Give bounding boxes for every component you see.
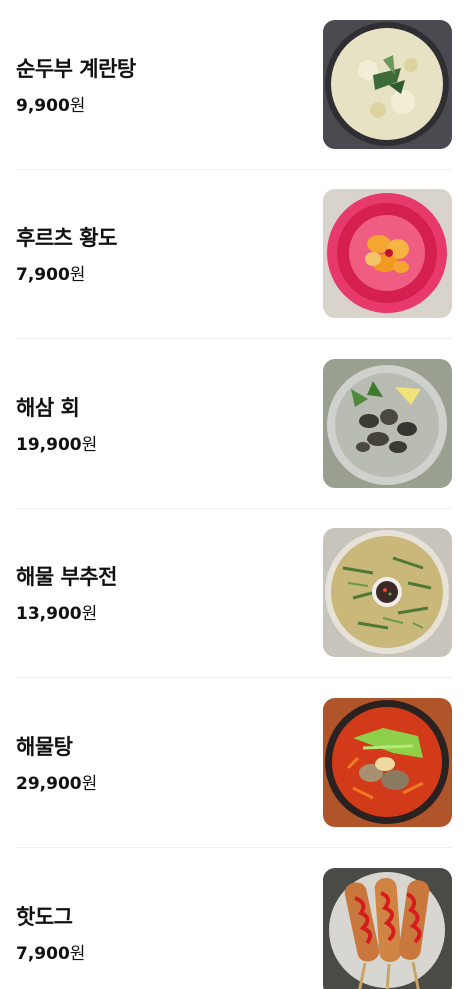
menu-info: 후르츠 황도 7,900원 xyxy=(16,222,117,285)
menu-item[interactable]: 해물 부추전 13,900원 xyxy=(16,509,452,678)
menu-item[interactable]: 순두부 계란탕 9,900원 xyxy=(16,0,452,170)
menu-info: 핫도그 7,900원 xyxy=(16,901,85,964)
menu-item-name: 해삼 회 xyxy=(16,395,80,420)
menu-item-photo[interactable] xyxy=(323,528,452,658)
menu-item-price: 7,900원 xyxy=(16,943,86,964)
menu-item-photo[interactable] xyxy=(323,19,452,149)
menu-list: 순두부 계란탕 9,900원 후르츠 황도 7,900원 해삼 회 19,900… xyxy=(0,0,466,989)
menu-item-name: 해물탕 xyxy=(16,734,73,759)
menu-item[interactable]: 후르츠 황도 7,900원 xyxy=(16,170,452,339)
menu-info: 해물탕 29,900원 xyxy=(16,731,97,794)
menu-item-photo[interactable] xyxy=(323,867,452,989)
menu-item-name: 해물 부추전 xyxy=(16,565,117,590)
menu-info: 순두부 계란탕 9,900원 xyxy=(16,53,136,116)
menu-item-photo[interactable] xyxy=(323,189,452,319)
menu-item-photo[interactable] xyxy=(323,358,452,488)
menu-item-name: 후르츠 황도 xyxy=(16,226,117,251)
menu-item-price: 19,900원 xyxy=(16,434,98,455)
menu-item[interactable]: 해물탕 29,900원 xyxy=(16,678,452,848)
menu-item-price: 13,900원 xyxy=(16,604,98,625)
menu-info: 해삼 회 19,900원 xyxy=(16,392,97,455)
menu-item-name: 핫도그 xyxy=(16,904,73,929)
menu-item[interactable]: 핫도그 7,900원 xyxy=(16,848,452,989)
menu-info: 해물 부추전 13,900원 xyxy=(16,561,117,624)
menu-item-price: 29,900원 xyxy=(16,773,98,794)
menu-item-photo[interactable] xyxy=(323,697,452,827)
menu-item[interactable]: 해삼 회 19,900원 xyxy=(16,339,452,509)
menu-item-price: 9,900원 xyxy=(16,95,86,116)
menu-item-name: 순두부 계란탕 xyxy=(16,56,136,81)
menu-item-price: 7,900원 xyxy=(16,265,86,286)
